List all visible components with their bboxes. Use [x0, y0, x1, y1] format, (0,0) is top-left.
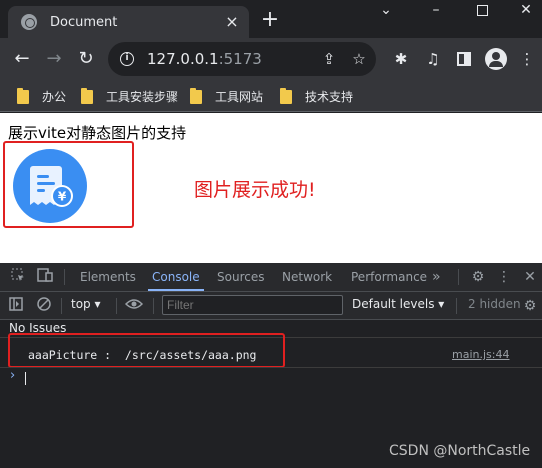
settings-gear-icon[interactable]: ⚙ [469, 268, 487, 286]
svg-text:¥: ¥ [58, 190, 67, 204]
profile-avatar[interactable] [485, 48, 507, 70]
tab-network[interactable]: Network [282, 263, 332, 291]
bookmark-label: 工具网站 [215, 90, 264, 104]
toolbar-divider [64, 269, 65, 285]
extensions-icon[interactable]: ✱ [392, 50, 410, 68]
device-toolbar-icon[interactable] [36, 268, 54, 286]
toolbar-divider [153, 298, 154, 314]
forward-button[interactable]: → [43, 48, 65, 70]
new-tab-button[interactable]: + [259, 9, 281, 31]
console-input-caret[interactable] [25, 372, 26, 385]
log-levels-select[interactable]: Default levels ▾ [352, 297, 444, 311]
reload-button[interactable]: ↻ [75, 48, 97, 70]
tab-search-chevron-icon[interactable]: ⌄ [364, 0, 408, 22]
browser-menu-icon[interactable]: ⋮ [518, 50, 536, 68]
close-window-button[interactable]: ✕ [504, 0, 542, 22]
tab-elements[interactable]: Elements [80, 263, 136, 291]
bookmark-label: 技术支持 [305, 90, 354, 104]
console-toolbar: top ▾ Default levels ▾ 2 hidden ⚙ [0, 292, 542, 320]
bookmark-folder[interactable]: 技术支持 [280, 87, 354, 105]
share-icon[interactable]: ⇪ [320, 50, 338, 68]
hidden-messages-count[interactable]: 2 hidden [468, 297, 521, 311]
browser-tab[interactable]: Document × [8, 6, 249, 38]
console-log-message: aaaPicture : /src/assets/aaa.png [28, 348, 257, 362]
tab-sources[interactable]: Sources [217, 263, 264, 291]
tab-title: Document [50, 14, 118, 30]
inspect-element-icon[interactable] [9, 268, 27, 286]
close-devtools-icon[interactable]: ✕ [521, 268, 539, 286]
bookmarks-bar: 办公 工具安装步骤 工具网站 技术支持 [0, 80, 542, 112]
console-prompt-chevron-icon: › [10, 368, 16, 383]
tab-strip: Document × + ⌄ – ✕ [0, 0, 542, 38]
side-panel-icon[interactable] [455, 50, 473, 68]
folder-icon [190, 87, 202, 104]
bookmark-folder[interactable]: 工具安装步骤 [81, 87, 179, 105]
live-expression-eye-icon[interactable] [124, 297, 144, 315]
globe-icon [21, 14, 37, 30]
dropdown-arrow-icon: ▾ [438, 297, 445, 311]
folder-icon [81, 87, 93, 104]
toolbar-divider [116, 298, 117, 314]
toolbar-divider [456, 298, 457, 314]
divider [0, 367, 542, 368]
log-source-link[interactable]: main.js:44 [452, 348, 509, 361]
page-heading: 展示vite对静态图片的支持 [8, 124, 187, 142]
url-port: :5173 [218, 50, 262, 68]
close-tab-icon[interactable]: × [223, 13, 241, 31]
site-info-icon[interactable]: i [120, 52, 134, 66]
devtools-panel: Elements Console Sources Network Perform… [0, 263, 542, 468]
receipt-yen-icon: ¥ [13, 149, 87, 223]
context-select[interactable]: top ▾ [71, 297, 101, 311]
folder-icon [280, 87, 292, 104]
url-host: 127.0.0.1 [147, 50, 219, 68]
console-settings-gear-icon[interactable]: ⚙ [521, 297, 539, 315]
maximize-button[interactable] [460, 0, 504, 22]
tab-performance[interactable]: Performance [351, 263, 427, 291]
bookmark-folder[interactable]: 工具网站 [190, 87, 264, 105]
toolbar-divider [458, 269, 459, 285]
levels-value: Default levels [352, 297, 435, 311]
toolbar-divider [61, 298, 62, 314]
sidebar-toggle-icon[interactable] [7, 297, 25, 315]
success-message: 图片展示成功! [194, 179, 316, 201]
folder-icon [17, 87, 29, 104]
dropdown-arrow-icon: ▾ [94, 297, 101, 311]
browser-toolbar: ← → ↻ i 127.0.0.1:5173 ⇪ ☆ ✱ ♫ ⋮ [0, 38, 542, 80]
context-value: top [71, 297, 91, 311]
page-viewport: 展示vite对静态图片的支持 ¥ 图片展示成功! [0, 113, 542, 263]
devtools-tab-bar: Elements Console Sources Network Perform… [0, 263, 542, 292]
watermark: CSDN @NorthCastle [389, 443, 531, 459]
tab-console[interactable]: Console [148, 263, 204, 291]
bookmark-label: 工具安装步骤 [106, 90, 179, 104]
media-control-icon[interactable]: ♫ [424, 50, 442, 68]
clear-console-icon[interactable] [35, 297, 53, 315]
more-tabs-button[interactable]: » [432, 263, 441, 291]
bookmark-star-icon[interactable]: ☆ [350, 50, 368, 68]
bookmark-label: 办公 [42, 90, 67, 104]
console-filter-input[interactable] [162, 295, 343, 315]
image-highlight-box: ¥ [3, 141, 134, 228]
more-options-icon[interactable]: ⋮ [495, 268, 513, 286]
back-button[interactable]: ← [11, 48, 33, 70]
minimize-button[interactable]: – [414, 0, 458, 22]
bookmark-folder[interactable]: 办公 [17, 87, 67, 105]
